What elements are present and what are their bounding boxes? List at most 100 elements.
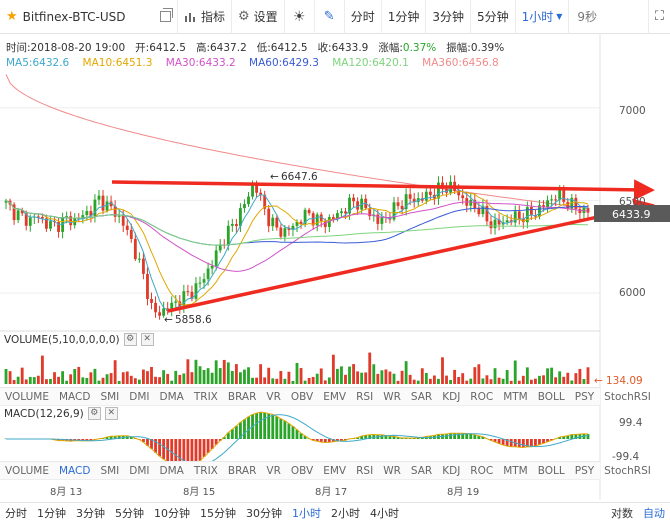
candle-body bbox=[400, 205, 404, 210]
indicator-tab-roc[interactable]: ROC bbox=[465, 465, 498, 477]
volume-bar bbox=[578, 368, 582, 384]
volume-bar bbox=[129, 375, 133, 384]
bottom-period-0[interactable]: 分时 bbox=[0, 505, 32, 521]
volume-bar bbox=[586, 367, 590, 384]
bottom-period-2[interactable]: 3分钟 bbox=[71, 505, 110, 521]
indicator-tab-vr[interactable]: VR bbox=[261, 391, 285, 403]
candle-body bbox=[344, 211, 347, 214]
volume-bar bbox=[501, 378, 505, 384]
indicator-tab-smi[interactable]: SMI bbox=[95, 391, 124, 403]
price-tick-6000: 6000 bbox=[619, 287, 646, 299]
indicator-tab-obv[interactable]: OBV bbox=[286, 465, 318, 477]
bottom-period-8[interactable]: 2小时 bbox=[326, 505, 365, 521]
indicator-tab-dma[interactable]: DMA bbox=[155, 391, 189, 403]
indicator-tab-wr[interactable]: WR bbox=[378, 465, 406, 477]
indicator-tab-rsi[interactable]: RSI bbox=[351, 465, 378, 477]
indicator-tab-mtm[interactable]: MTM bbox=[498, 465, 533, 477]
bottom-period-3[interactable]: 5分钟 bbox=[110, 505, 149, 521]
bottom-period-7[interactable]: 1小时 bbox=[287, 505, 326, 521]
volume-bar bbox=[566, 372, 570, 384]
macd-close-icon[interactable]: ✕ bbox=[104, 407, 118, 420]
bottom-period-1[interactable]: 1分钟 bbox=[32, 505, 71, 521]
indicator-tab-dmi[interactable]: DMI bbox=[124, 391, 154, 403]
candle-body bbox=[28, 217, 32, 226]
indicator-tab-volume[interactable]: VOLUME bbox=[0, 465, 54, 477]
indicator-tab-rsi[interactable]: RSI bbox=[351, 391, 378, 403]
macd-settings-icon[interactable]: ⚙ bbox=[87, 407, 101, 420]
indicator-tab-trix[interactable]: TRIX bbox=[189, 391, 223, 403]
volume-bar bbox=[93, 368, 97, 384]
upper-trend-line bbox=[111, 179, 655, 201]
indicator-tab-boll[interactable]: BOLL bbox=[533, 465, 570, 477]
candle-body bbox=[255, 184, 259, 193]
indicator-tab-obv[interactable]: OBV bbox=[286, 391, 318, 403]
indicator-tab-stochrsi[interactable]: StochRSI bbox=[599, 465, 656, 477]
volume-bar bbox=[505, 370, 509, 384]
candle-body bbox=[315, 214, 319, 226]
volume-bar bbox=[534, 378, 537, 384]
indicator-tab-wr[interactable]: WR bbox=[378, 391, 406, 403]
volume-bar bbox=[263, 377, 267, 384]
candle-body bbox=[210, 265, 214, 269]
volume-bar bbox=[166, 373, 170, 384]
volume-close-icon[interactable]: ✕ bbox=[140, 333, 154, 346]
date-label-2: 8月 17 bbox=[315, 487, 348, 498]
candle-body bbox=[469, 199, 473, 206]
bottom-period-9[interactable]: 4小时 bbox=[365, 505, 404, 521]
indicator-tab-mtm[interactable]: MTM bbox=[498, 391, 533, 403]
indicator-tab-emv[interactable]: EMV bbox=[318, 465, 351, 477]
indicator-tab-psy[interactable]: PSY bbox=[570, 465, 599, 477]
scale-mode-1[interactable]: 自动 bbox=[638, 505, 670, 521]
volume-bar bbox=[497, 377, 501, 384]
bottom-period-5[interactable]: 15分钟 bbox=[195, 505, 241, 521]
indicator-tab-trix[interactable]: TRIX bbox=[189, 465, 223, 477]
macd-histogram bbox=[4, 411, 590, 469]
indicator-tab-sar[interactable]: SAR bbox=[406, 465, 437, 477]
indicator-tab-vr[interactable]: VR bbox=[261, 465, 285, 477]
indicator-tab-psy[interactable]: PSY bbox=[570, 391, 599, 403]
indicator-tab-kdj[interactable]: KDJ bbox=[437, 391, 465, 403]
bottom-period-6[interactable]: 30分钟 bbox=[241, 505, 287, 521]
volume-bar bbox=[230, 370, 234, 384]
volume-bars bbox=[4, 352, 590, 384]
volume-bar bbox=[562, 376, 566, 384]
macd-bar bbox=[501, 439, 505, 446]
candle-body bbox=[146, 273, 149, 299]
scale-mode-0[interactable]: 对数 bbox=[606, 505, 638, 521]
indicator-tab-macd[interactable]: MACD bbox=[54, 465, 95, 477]
volume-bar bbox=[529, 379, 533, 384]
volume-bar bbox=[24, 379, 28, 384]
volume-bar bbox=[445, 375, 448, 384]
indicator-tab-dma[interactable]: DMA bbox=[155, 465, 189, 477]
macd-bottom: -99.4 bbox=[612, 451, 640, 463]
indicator-tab-brar[interactable]: BRAR bbox=[223, 465, 262, 477]
volume-bar bbox=[121, 372, 125, 384]
indicator-tab-brar[interactable]: BRAR bbox=[223, 391, 262, 403]
volume-bar bbox=[400, 370, 404, 384]
volume-bar bbox=[89, 372, 93, 384]
low-annotation-arrow: ← bbox=[164, 314, 173, 326]
indicator-tab-volume[interactable]: VOLUME bbox=[0, 391, 54, 403]
volume-bar bbox=[283, 378, 287, 384]
indicator-tab-emv[interactable]: EMV bbox=[318, 391, 351, 403]
bottom-period-4[interactable]: 10分钟 bbox=[149, 505, 195, 521]
indicator-tab-smi[interactable]: SMI bbox=[95, 465, 124, 477]
volume-bar bbox=[485, 375, 489, 384]
volume-bar bbox=[489, 379, 493, 384]
indicator-tab-macd[interactable]: MACD bbox=[54, 391, 95, 403]
indicator-tab-dmi[interactable]: DMI bbox=[124, 465, 154, 477]
volume-bar bbox=[428, 378, 432, 384]
macd-bar bbox=[453, 433, 457, 439]
indicator-tab-kdj[interactable]: KDJ bbox=[437, 465, 465, 477]
candle-body bbox=[251, 184, 254, 197]
volume-bar bbox=[247, 367, 250, 384]
candle-body bbox=[574, 197, 578, 209]
indicator-tab-roc[interactable]: ROC bbox=[465, 391, 498, 403]
kline-chart[interactable]: 6433.9 ← 6647.6 ← 5858.6 bbox=[0, 0, 670, 522]
indicator-tab-boll[interactable]: BOLL bbox=[533, 391, 570, 403]
indicator-tab-stochrsi[interactable]: StochRSI bbox=[599, 391, 656, 403]
candle-body bbox=[461, 195, 465, 199]
indicator-tab-sar[interactable]: SAR bbox=[406, 391, 437, 403]
volume-bar bbox=[441, 357, 444, 384]
volume-settings-icon[interactable]: ⚙ bbox=[123, 333, 137, 346]
